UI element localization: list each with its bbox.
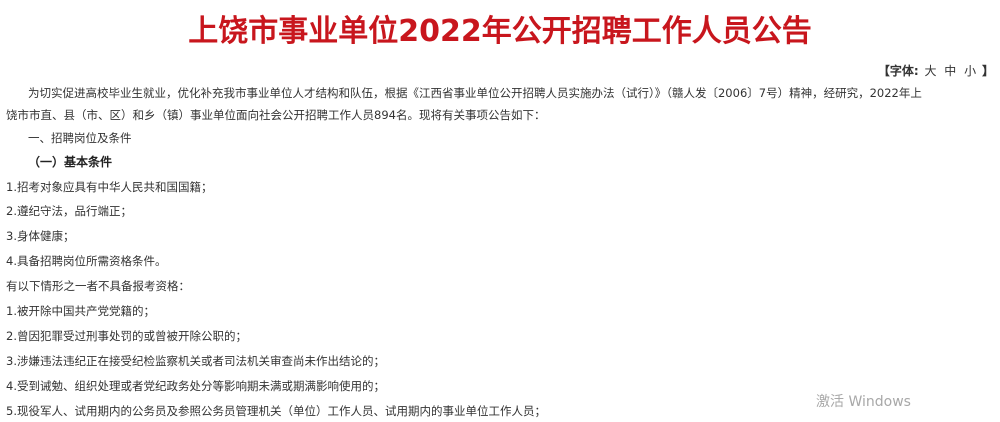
- font-size-suffix: 】: [981, 64, 994, 78]
- intro-paragraph: 为切实促进高校毕业生就业，优化补充我市事业单位人才结构和队伍，根据《江西省事业单…: [6, 82, 996, 126]
- list-item: 2.遵纪守法，品行端正；: [6, 204, 132, 218]
- font-size-prefix: 【字体:: [877, 64, 919, 78]
- font-size-medium-link[interactable]: 中: [944, 64, 956, 78]
- font-size-large-link[interactable]: 大: [924, 64, 936, 78]
- windows-activation-watermark: 激活 Windows: [816, 394, 911, 410]
- intro-line-1: 为切实促进高校毕业生就业，优化补充我市事业单位人才结构和队伍，根据《江西省事业单…: [28, 86, 922, 100]
- font-size-tool: 【字体: 大 中 小 】: [878, 63, 994, 79]
- list-item: 3.身体健康；: [6, 229, 75, 243]
- list-item: 2.曾因犯罪受过刑事处罚的或曾被开除公职的；: [6, 329, 247, 343]
- subsection-heading: （一）基本条件: [28, 155, 113, 169]
- list-item: 1.被开除中国共产党党籍的；: [6, 304, 155, 318]
- font-size-small-link[interactable]: 小: [964, 64, 976, 78]
- exclusion-intro: 有以下情形之一者不具备报考资格：: [6, 279, 190, 293]
- page-title: 上饶市事业单位2022年公开招聘工作人员公告: [188, 14, 812, 49]
- intro-line-2: 饶市市直、县（市、区）和乡（镇）事业单位面向社会公开招聘工作人员894名。现将有…: [6, 108, 546, 122]
- section-heading: 一、招聘岗位及条件: [28, 131, 132, 145]
- list-item: 1.招考对象应具有中华人民共和国国籍；: [6, 180, 213, 194]
- list-item: 3.涉嫌违法违纪正在接受纪检监察机关或者司法机关审查尚未作出结论的；: [6, 354, 385, 368]
- list-item: 4.具备招聘岗位所需资格条件。: [6, 254, 167, 268]
